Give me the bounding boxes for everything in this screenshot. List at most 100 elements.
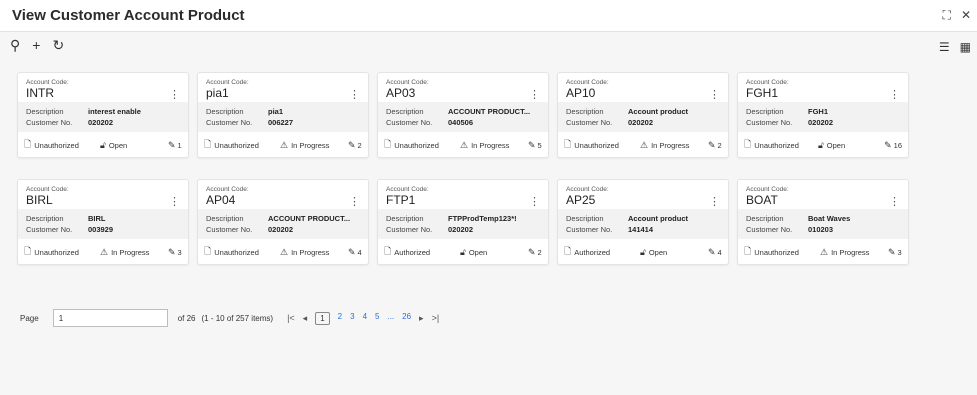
description-value: ACCOUNT PRODUCT... xyxy=(268,214,351,223)
card-details: Description pia1 Customer No. 006227 xyxy=(198,102,368,132)
description-label: Description xyxy=(206,214,244,223)
document-icon: 🗋︎ xyxy=(204,139,212,149)
account-card[interactable]: Account Code: AP04 ⋮ Description ACCOUNT … xyxy=(197,179,369,265)
more-options-icon[interactable]: ⋮ xyxy=(529,195,540,208)
customer-no-value: 003929 xyxy=(88,225,114,234)
warning-icon: ⚠︎ xyxy=(640,139,649,150)
more-options-icon[interactable]: ⋮ xyxy=(349,88,360,101)
list-view-icon[interactable]: ☰ xyxy=(939,40,950,54)
more-options-icon[interactable]: ⋮ xyxy=(709,88,720,101)
warning-icon: ⚠︎ xyxy=(460,139,469,150)
page-link-3[interactable]: 3 xyxy=(350,312,354,325)
account-card[interactable]: Account Code: FGH1 ⋮ Description FGH1 Cus… xyxy=(737,72,909,158)
page-link-4[interactable]: 4 xyxy=(363,312,367,325)
customer-no-label: Customer No. xyxy=(386,225,433,234)
card-footer: 🗋︎ Unauthorized 🔓︎ Open ✎ 1 xyxy=(18,137,188,153)
account-code: AP03 xyxy=(386,86,416,100)
more-options-icon[interactable]: ⋮ xyxy=(349,195,360,208)
document-icon: 🗋︎ xyxy=(24,246,32,256)
grid-view-icon[interactable]: ▦ xyxy=(960,40,971,54)
description-label: Description xyxy=(746,214,784,223)
document-icon: 🗋︎ xyxy=(204,246,212,256)
record-status: In Progress xyxy=(291,247,330,257)
more-options-icon[interactable]: ⋮ xyxy=(169,88,180,101)
customer-no-label: Customer No. xyxy=(566,225,613,234)
card-details: Description ACCOUNT PRODUCT... Customer N… xyxy=(378,102,548,132)
account-card[interactable]: Account Code: pia1 ⋮ Description pia1 Cus… xyxy=(197,72,369,158)
customer-no-label: Customer No. xyxy=(386,118,433,127)
edit-icon: ✎ xyxy=(888,246,896,257)
more-options-icon[interactable]: ⋮ xyxy=(889,195,900,208)
record-status: Open xyxy=(468,247,488,257)
account-card[interactable]: Account Code: INTR ⋮ Description interest… xyxy=(17,72,189,158)
card-footer: 🗋︎ Authorized 🔓︎ Open ✎ 2 xyxy=(378,244,548,260)
account-card[interactable]: Account Code: BIRL ⋮ Description BIRL Cus… xyxy=(17,179,189,265)
document-icon: 🗋︎ xyxy=(24,139,32,149)
account-code-label: Account Code: xyxy=(566,186,609,193)
edit-icon: ✎ xyxy=(708,246,716,257)
more-options-icon[interactable]: ⋮ xyxy=(709,195,720,208)
page-number-input[interactable] xyxy=(52,309,168,327)
search-icon[interactable]: ⚲ xyxy=(10,38,20,52)
auth-status: Unauthorized xyxy=(34,247,79,257)
account-card[interactable]: Account Code: AP25 ⋮ Description Account … xyxy=(557,179,729,265)
description-label: Description xyxy=(566,107,604,116)
description-value: Boat Waves xyxy=(808,214,851,223)
last-page-button[interactable]: >| xyxy=(432,313,440,323)
auth-status: Unauthorized xyxy=(214,140,259,150)
auth-status: Unauthorized xyxy=(754,140,799,150)
customer-no-label: Customer No. xyxy=(26,118,73,127)
warning-icon: ⚠︎ xyxy=(100,246,109,257)
add-icon[interactable]: + xyxy=(32,38,40,52)
toolbar: ⚲ + ↻ xyxy=(0,32,977,58)
close-icon[interactable]: ✕ xyxy=(961,9,971,21)
next-page-button[interactable]: ▸ xyxy=(419,313,424,324)
account-code: FTP1 xyxy=(386,193,416,207)
page-link-1[interactable]: 1 xyxy=(315,311,330,325)
card-details: Description Account product Customer No. 1… xyxy=(558,209,728,239)
document-icon: 🗋︎ xyxy=(744,139,752,149)
edit-icon: ✎ xyxy=(884,139,892,150)
restore-icon[interactable]: ⛶ xyxy=(943,9,951,21)
page-link-26[interactable]: 26 xyxy=(402,312,411,325)
auth-status: Unauthorized xyxy=(754,247,799,257)
edit-icon: ✎ xyxy=(168,246,176,257)
edit-icon: ✎ xyxy=(528,139,536,150)
refresh-icon[interactable]: ↻ xyxy=(52,38,64,52)
record-status: Open xyxy=(826,140,846,150)
customer-no-value: 020202 xyxy=(268,225,294,234)
account-code-label: Account Code: xyxy=(26,186,69,193)
customer-no-value: 020202 xyxy=(628,118,654,127)
edit-count: 2 xyxy=(357,140,362,150)
account-card[interactable]: Account Code: AP10 ⋮ Description Account … xyxy=(557,72,729,158)
more-options-icon[interactable]: ⋮ xyxy=(529,88,540,101)
customer-no-value: 006227 xyxy=(268,118,294,127)
lock-open-icon: 🔓︎ xyxy=(640,246,646,257)
lock-open-icon: 🔓︎ xyxy=(817,139,824,150)
view-customer-account-product-window: View Customer Account Product ⛶ ✕ ⚲ + ↻ … xyxy=(0,0,977,395)
edit-count: 2 xyxy=(717,140,722,150)
record-status: Open xyxy=(108,140,128,150)
document-icon: 🗋︎ xyxy=(744,246,752,256)
document-icon: 🗋︎ xyxy=(384,246,392,256)
card-footer: 🗋︎ Unauthorized ⚠︎ In Progress ✎ 4 xyxy=(198,244,368,260)
description-label: Description xyxy=(206,107,244,116)
record-status: In Progress xyxy=(831,247,870,257)
page-link-5[interactable]: 5 xyxy=(375,312,379,325)
description-label: Description xyxy=(26,214,64,223)
card-details: Description Account product Customer No. 0… xyxy=(558,102,728,132)
page-link-2[interactable]: 2 xyxy=(338,312,342,325)
card-details: Description FTPProdTemp123*! Customer No.… xyxy=(378,209,548,239)
account-card[interactable]: Account Code: AP03 ⋮ Description ACCOUNT … xyxy=(377,72,549,158)
account-card[interactable]: Account Code: BOAT ⋮ Description Boat Wav… xyxy=(737,179,909,265)
record-status: In Progress xyxy=(471,140,510,150)
more-options-icon[interactable]: ⋮ xyxy=(889,88,900,101)
document-icon: 🗋︎ xyxy=(384,139,392,149)
more-options-icon[interactable]: ⋮ xyxy=(169,195,180,208)
warning-icon: ⚠︎ xyxy=(280,246,289,257)
account-card[interactable]: Account Code: FTP1 ⋮ Description FTPProdT… xyxy=(377,179,549,265)
first-page-button[interactable]: |< xyxy=(287,313,295,323)
edit-count: 3 xyxy=(177,247,182,257)
account-code: INTR xyxy=(26,86,54,100)
page-count: of 26 xyxy=(177,313,196,323)
